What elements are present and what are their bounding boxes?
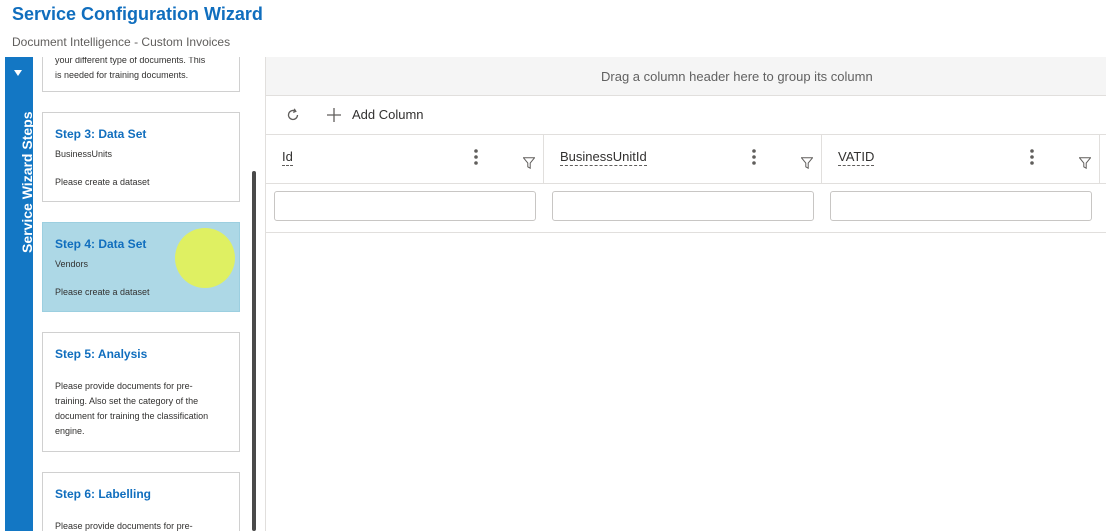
column-header-businessunitid[interactable]: BusinessUnitId — [544, 135, 822, 183]
add-column-button[interactable]: Add Column — [352, 107, 424, 122]
data-grid: Drag a column header here to group its c… — [265, 57, 1106, 531]
step-card-description: your different type of documents. This i… — [55, 57, 206, 80]
step-card-6[interactable]: Step 6: Labelling Please provide documen… — [42, 472, 240, 531]
column-header-label[interactable]: Id — [282, 149, 293, 166]
step-card-title: Step 6: Labelling — [55, 487, 152, 501]
step-card-description: Please provide documents for pre- traini… — [55, 381, 209, 436]
more-vertical-icon[interactable] — [750, 148, 758, 166]
group-panel[interactable]: Drag a column header here to group its c… — [266, 57, 1106, 96]
plus-icon[interactable] — [326, 107, 342, 123]
more-vertical-icon[interactable] — [472, 148, 480, 166]
column-header-id[interactable]: Id — [266, 135, 544, 183]
triangle-down-icon[interactable] — [14, 70, 22, 76]
column-headers: Id BusinessUnitId VATID — [266, 135, 1106, 184]
wizard-steps-rail[interactable]: Service Wizard Steps — [5, 57, 35, 531]
page-subtitle: Document Intelligence - Custom Invoices — [12, 35, 231, 49]
step-card-description: Please provide documents for pre- — [55, 521, 193, 531]
filter-icon[interactable] — [523, 157, 535, 169]
column-header-label[interactable]: BusinessUnitId — [560, 149, 647, 166]
filter-input-id[interactable] — [274, 191, 536, 221]
step-card-description: Please create a dataset — [55, 177, 150, 187]
grid-toolbar: Add Column — [266, 96, 1106, 135]
page-title: Service Configuration Wizard — [12, 4, 263, 24]
filter-input-vatid[interactable] — [830, 191, 1092, 221]
step-card-title: Step 4: Data Set — [55, 237, 147, 251]
step-card-5[interactable]: Step 5: Analysis Please provide document… — [42, 332, 240, 452]
steps-scrollbar[interactable] — [252, 171, 256, 531]
step-card-subtitle: Vendors — [55, 259, 89, 269]
step-card-title: Step 3: Data Set — [55, 127, 147, 141]
step-card-3[interactable]: Step 3: Data Set BusinessUnits Please cr… — [42, 112, 240, 202]
filter-row — [266, 184, 1106, 233]
more-vertical-icon[interactable] — [1028, 148, 1036, 166]
step-card-2[interactable]: your different type of documents. This i… — [42, 57, 240, 92]
step-card-description: Please create a dataset — [55, 287, 150, 297]
step-card-4[interactable]: Step 4: Data Set Vendors Please create a… — [42, 222, 240, 312]
refresh-icon[interactable] — [286, 108, 300, 122]
page-header: Service Configuration Wizard Document In… — [0, 0, 1106, 57]
filter-icon[interactable] — [1079, 157, 1091, 169]
column-header-vatid[interactable]: VATID — [822, 135, 1100, 183]
cursor-highlight — [175, 228, 235, 288]
filter-icon[interactable] — [801, 157, 813, 169]
group-panel-hint: Drag a column header here to group its c… — [601, 69, 873, 84]
wizard-steps-list: your different type of documents. This i… — [33, 57, 265, 531]
step-card-title: Step 5: Analysis — [55, 347, 148, 361]
filter-input-businessunitid[interactable] — [552, 191, 814, 221]
step-card-subtitle: BusinessUnits — [55, 149, 113, 159]
column-header-label[interactable]: VATID — [838, 149, 875, 166]
